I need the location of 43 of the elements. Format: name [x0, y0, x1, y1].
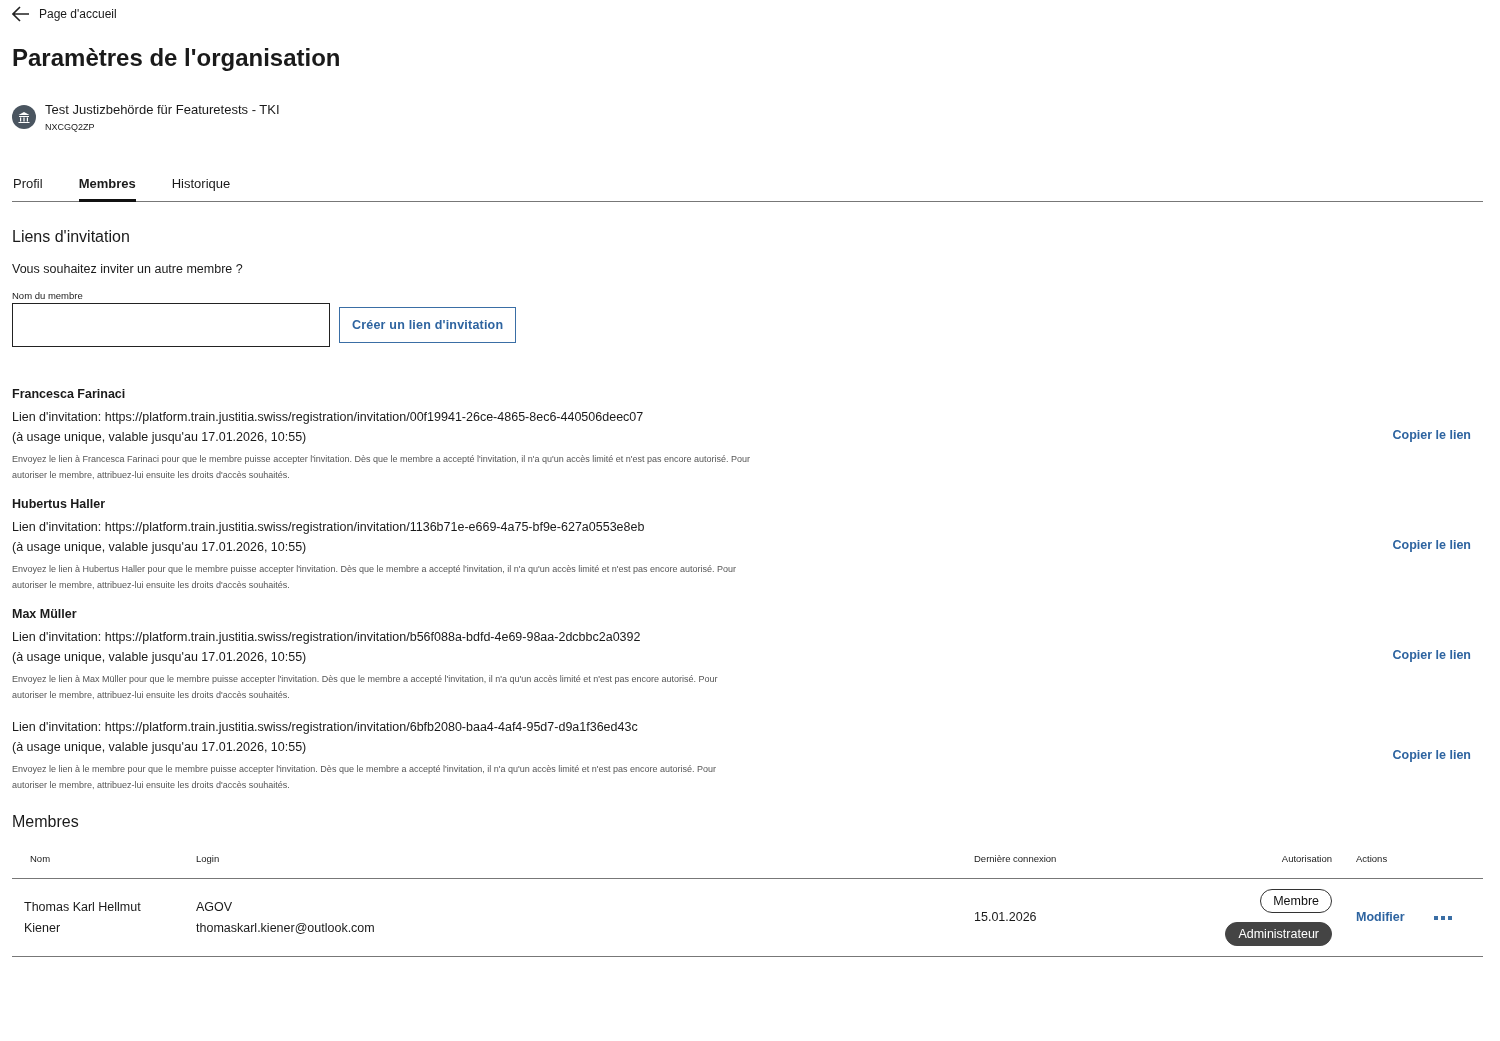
organization-code: NXCGQ2ZP: [45, 122, 96, 132]
invitation-note: Envoyez le lien à le membre pour que le membre puisse accepter l'invitation. Dès que le membre a accepté l'invitation, il n'a qu'un accès limité et n'est pas encore autorisé. Pour autoriser le membre, attribuez-lui ensuite les droits d'accès souhaités.: [12, 763, 717, 792]
copy-link[interactable]: Copier le lien: [1392, 748, 1471, 762]
invitee-name: Max Müller: [12, 607, 78, 621]
role-tag: Administrateur: [1225, 922, 1332, 946]
copy-link[interactable]: Copier le lien: [1392, 538, 1471, 552]
member-name-field[interactable]: [12, 303, 330, 347]
validity-text: (à usage unique, valable jusqu'au 17.01.2026, 10:55): [12, 649, 308, 666]
login-email: thomaskarl.kiener@outlook.com: [196, 919, 376, 937]
column-header: Actions: [1355, 853, 1389, 864]
create-invitation-button[interactable]: Créer un lien d'invitation: [339, 307, 517, 343]
section-heading: Membres: [12, 813, 80, 831]
column-header: Dernière connexion: [974, 853, 1058, 864]
page-title: Paramètres de l'organisation: [12, 44, 342, 72]
column-header: Autorisation: [1280, 853, 1332, 864]
validity-text: (à usage unique, valable jusqu'au 17.01.2026, 10:55): [12, 429, 308, 446]
copy-link[interactable]: Copier le lien: [1392, 428, 1471, 442]
back-arrow-icon: [12, 6, 30, 22]
invitation-note: Envoyez le lien à Francesca Farinaci pour que le membre puisse accepter l'invitation. Dès que le membre a accepté l'invitation, il n'a qu'un accès limité et n'est pas encore autorisé. Pour autoriser le membre, attribuez-lui ensuite les droits d'accès souhaités.: [12, 453, 751, 482]
column-header: Login: [196, 853, 221, 864]
invitee-name: Hubertus Haller: [12, 497, 107, 511]
building-icon: [12, 105, 36, 129]
member-name: Thomas Karl Hellmut Kiener: [24, 899, 141, 935]
tab[interactable]: Profil: [13, 172, 43, 202]
edit-link[interactable]: Modifier: [1356, 907, 1405, 928]
field-label: Nom du membre: [12, 290, 84, 301]
column-header: Nom: [29, 853, 52, 864]
validity-text: (à usage unique, valable jusqu'au 17.01.2026, 10:55): [12, 539, 308, 556]
invitation-note: Envoyez le lien à Max Müller pour que le membre puisse accepter l'invitation. Dès que le membre a accepté l'invitation, il n'a qu'un accès limité et n'est pas encore autorisé. Pour autoriser le membre, attribuez-lui ensuite les droits d'accès souhaités.: [12, 673, 719, 702]
last-login-date: 15.01.2026: [974, 910, 1037, 924]
tab[interactable]: Historique: [171, 172, 231, 202]
organization-name: Test Justizbehörde für Featuretests - TKI: [45, 102, 280, 117]
invitation-note: Envoyez le lien à Hubertus Haller pour que le membre puisse accepter l'invitation. Dès que le membre a accepté l'invitation, il n'a qu'un accès limité et n'est pas encore autorisé. Pour autoriser le membre, attribuez-lui ensuite les droits d'accès souhaités.: [12, 563, 737, 592]
tab[interactable]: Membres: [78, 172, 136, 202]
invitee-name: Francesca Farinaci: [12, 387, 127, 401]
login-provider: AGOV: [196, 898, 234, 916]
role-tag: Membre: [1260, 889, 1332, 913]
section-heading: Liens d'invitation: [12, 228, 131, 246]
more-options-icon[interactable]: [1432, 914, 1453, 921]
invite-prompt: Vous souhaitez inviter un autre membre ?: [12, 262, 244, 276]
copy-link[interactable]: Copier le lien: [1392, 648, 1471, 662]
back-link[interactable]: Page d'accueil: [12, 4, 1483, 24]
validity-text: (à usage unique, valable jusqu'au 17.01.2026, 10:55): [12, 739, 308, 756]
